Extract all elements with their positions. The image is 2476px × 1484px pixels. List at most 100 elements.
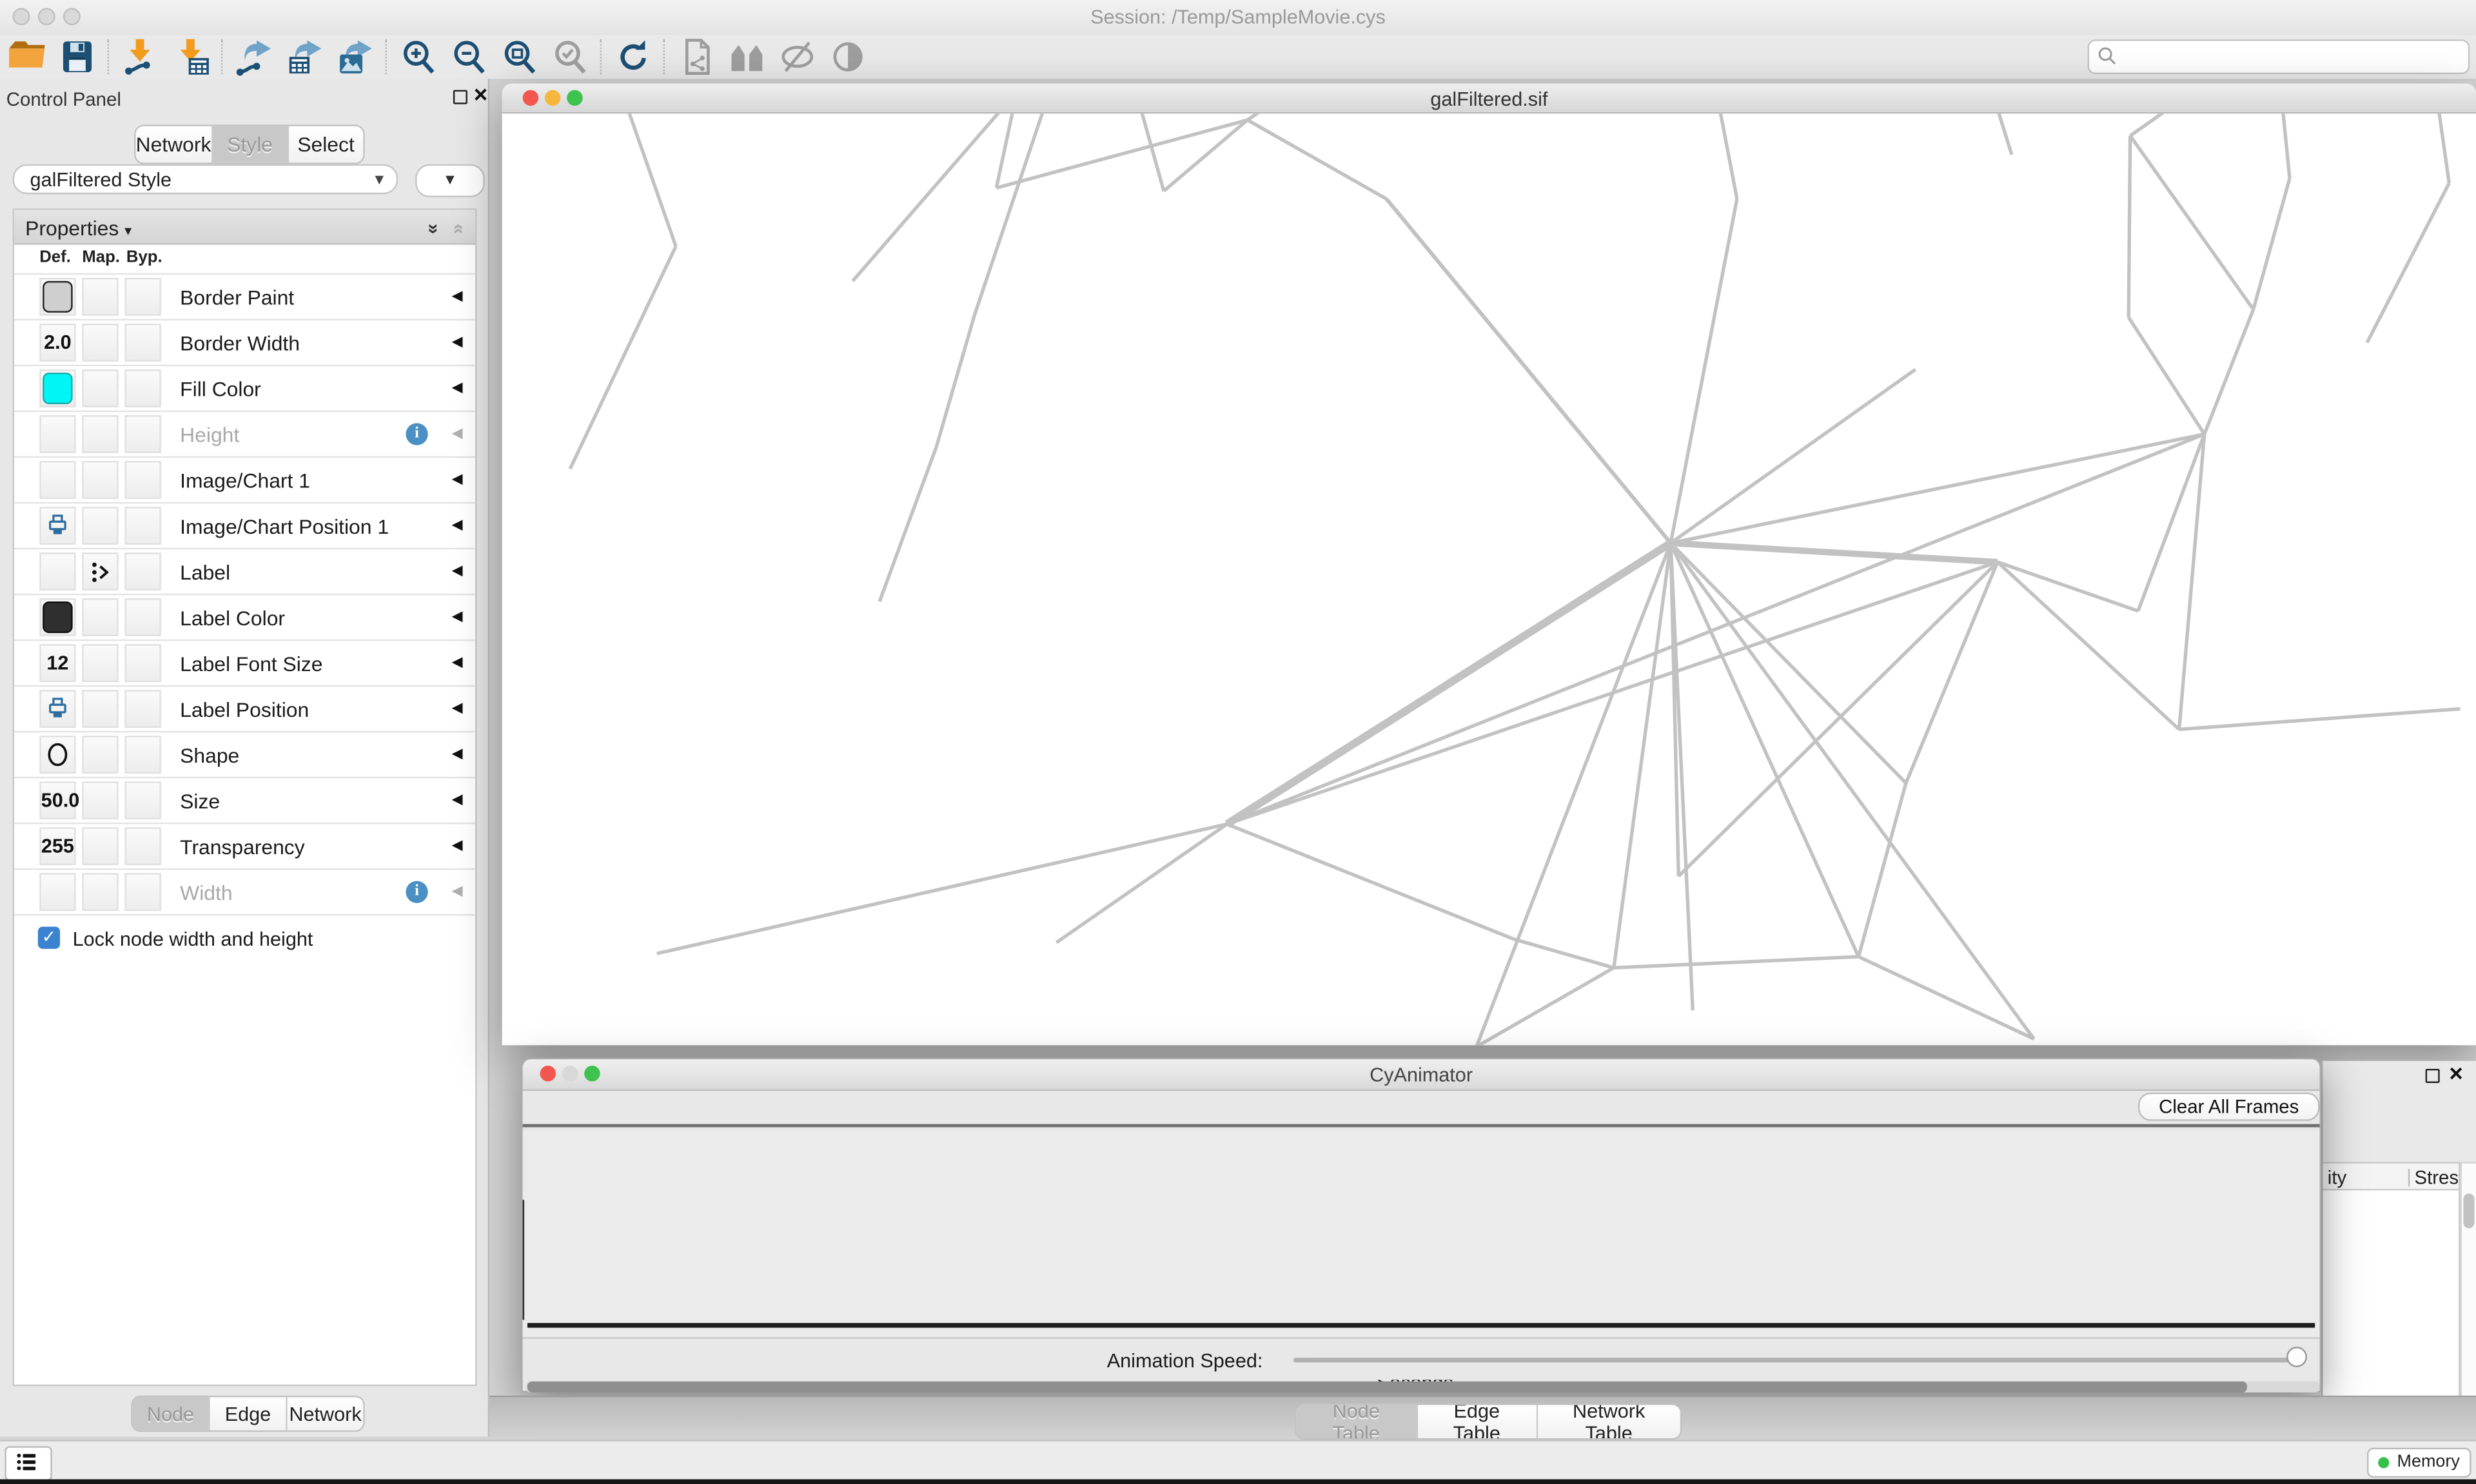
binoculars-icon[interactable] <box>727 36 768 77</box>
default-value-cell[interactable]: 2.0 <box>39 324 75 362</box>
default-value-cell[interactable] <box>39 873 75 911</box>
property-row[interactable]: 255Transparency◀ <box>14 823 475 868</box>
zoom-out-icon[interactable] <box>449 36 490 77</box>
bypass-cell[interactable] <box>124 415 161 453</box>
property-row[interactable]: 2.0Border Width◀ <box>14 319 475 365</box>
network-window-titlebar[interactable]: galFiltered.sif <box>502 84 2476 114</box>
default-value-cell[interactable]: 50.0 <box>39 781 75 819</box>
mapping-cell[interactable] <box>82 781 118 819</box>
default-value-cell[interactable] <box>39 369 75 407</box>
bottom-tab-node-table[interactable]: Node Table <box>1297 1405 1418 1438</box>
float-panel-icon[interactable] <box>2426 1069 2440 1083</box>
lock-checkbox[interactable]: ✓ <box>38 927 60 949</box>
bottom-tab-edge-table[interactable]: Edge Table <box>1417 1405 1537 1438</box>
import-table-icon[interactable] <box>170 36 211 77</box>
cyanimator-titlebar[interactable]: CyAnimator <box>523 1059 2320 1091</box>
bypass-cell[interactable] <box>124 507 161 545</box>
node-table[interactable]: ity Stres | <box>2323 1162 2460 1418</box>
info-icon[interactable]: i <box>406 881 427 903</box>
mapping-cell[interactable] <box>82 873 118 911</box>
property-row[interactable]: Widthi◀ <box>14 868 475 914</box>
export-network-icon[interactable] <box>233 36 275 77</box>
network-canvas[interactable] <box>502 113 2476 1045</box>
search-input[interactable] <box>2088 39 2470 74</box>
mapping-cell[interactable] <box>82 324 118 362</box>
collapse-arrow-icon[interactable]: ◀ <box>452 288 463 305</box>
node-table-header[interactable]: ity Stres | <box>2323 1164 2459 1191</box>
mapping-cell[interactable] <box>82 507 118 545</box>
default-value-cell[interactable] <box>39 598 75 636</box>
collapse-arrow-icon[interactable]: ◀ <box>452 791 463 808</box>
collapse-arrow-icon[interactable]: ◀ <box>452 699 463 717</box>
mapping-cell[interactable] <box>82 278 118 316</box>
mapping-cell[interactable] <box>82 415 118 453</box>
mapping-cell[interactable] <box>82 461 118 499</box>
column-header[interactable]: Stres <box>2414 1167 2459 1189</box>
refresh-layout-icon[interactable] <box>613 36 654 77</box>
bypass-cell[interactable] <box>124 598 161 636</box>
speed-slider-handle[interactable] <box>2286 1347 2307 1367</box>
mapping-cell[interactable] <box>82 598 118 636</box>
properties-header[interactable]: Properties ▾ « » <box>14 210 475 245</box>
bypass-cell[interactable] <box>124 873 161 911</box>
zoom-selected-icon[interactable] <box>549 36 591 77</box>
cp-tab-node[interactable]: Node <box>133 1397 210 1430</box>
clear-all-frames-button[interactable]: Clear All Frames <box>2138 1093 2320 1121</box>
collapse-arrow-icon[interactable]: ◀ <box>452 562 463 580</box>
save-icon[interactable] <box>57 36 98 77</box>
cp-tab-edge[interactable]: Edge <box>210 1397 288 1430</box>
mapping-cell[interactable] <box>82 690 118 728</box>
bypass-cell[interactable] <box>124 324 161 362</box>
zoom-fit-icon[interactable] <box>499 36 540 77</box>
default-value-cell[interactable] <box>39 507 75 545</box>
panel-menu-button[interactable] <box>5 1446 52 1481</box>
tab-select[interactable]: Select <box>289 126 363 162</box>
default-value-cell[interactable]: 12 <box>39 644 75 682</box>
export-image-icon[interactable] <box>335 36 376 77</box>
property-row[interactable]: Label Color◀ <box>14 594 475 639</box>
speed-slider-track[interactable] <box>1293 1358 2296 1362</box>
hide-details-icon[interactable] <box>777 36 818 77</box>
default-value-cell[interactable] <box>39 278 75 316</box>
mapping-cell[interactable] <box>82 827 118 865</box>
info-icon[interactable]: i <box>406 423 427 445</box>
expand-all-icon[interactable]: « <box>421 224 443 234</box>
mapping-cell[interactable] <box>82 552 118 591</box>
default-value-cell[interactable] <box>39 552 75 591</box>
collapse-arrow-icon[interactable]: ◀ <box>452 425 463 442</box>
collapse-arrow-icon[interactable]: ◀ <box>452 883 463 900</box>
collapse-arrow-icon[interactable]: ◀ <box>452 516 463 534</box>
bypass-cell[interactable] <box>124 781 161 819</box>
collapse-arrow-icon[interactable]: ◀ <box>452 471 463 488</box>
timeline-playhead[interactable] <box>523 1200 525 1320</box>
cp-tab-network[interactable]: Network <box>288 1397 364 1430</box>
bypass-cell[interactable] <box>124 461 161 499</box>
default-value-cell[interactable]: 255 <box>39 827 75 865</box>
collapse-arrow-icon[interactable]: ◀ <box>452 379 463 396</box>
collapse-arrow-icon[interactable]: ◀ <box>452 608 463 625</box>
bypass-cell[interactable] <box>124 736 161 774</box>
property-row[interactable]: Shape◀ <box>14 731 475 777</box>
collapse-arrow-icon[interactable]: ◀ <box>452 654 463 671</box>
bypass-cell[interactable] <box>124 644 161 682</box>
style-select[interactable]: galFiltered Style ▾ <box>13 164 398 195</box>
bypass-cell[interactable] <box>124 552 161 591</box>
export-table-icon[interactable] <box>284 36 326 77</box>
network-document-icon[interactable] <box>676 36 717 77</box>
cyanimator-timeline[interactable]: Seconds <box>523 1130 2320 1337</box>
property-row[interactable]: 12Label Font Size◀ <box>14 639 475 685</box>
table-scrollbar-thumb[interactable] <box>2463 1193 2474 1228</box>
memory-button[interactable]: Memory <box>2367 1448 2471 1478</box>
zoom-in-icon[interactable] <box>398 36 439 77</box>
mapping-cell[interactable] <box>82 736 118 774</box>
default-value-cell[interactable] <box>39 461 75 499</box>
close-panel-icon[interactable]: × <box>2449 1068 2462 1082</box>
collapse-arrow-icon[interactable]: ◀ <box>452 837 463 854</box>
column-header[interactable]: ity <box>2328 1167 2346 1189</box>
style-options-button[interactable]: ▾ <box>415 164 485 197</box>
open-folder-icon[interactable] <box>6 36 48 77</box>
close-panel-icon[interactable]: × <box>474 88 487 103</box>
bottom-tab-network-table[interactable]: Network Table <box>1538 1405 1680 1438</box>
bypass-cell[interactable] <box>124 690 161 728</box>
bypass-cell[interactable] <box>124 369 161 407</box>
